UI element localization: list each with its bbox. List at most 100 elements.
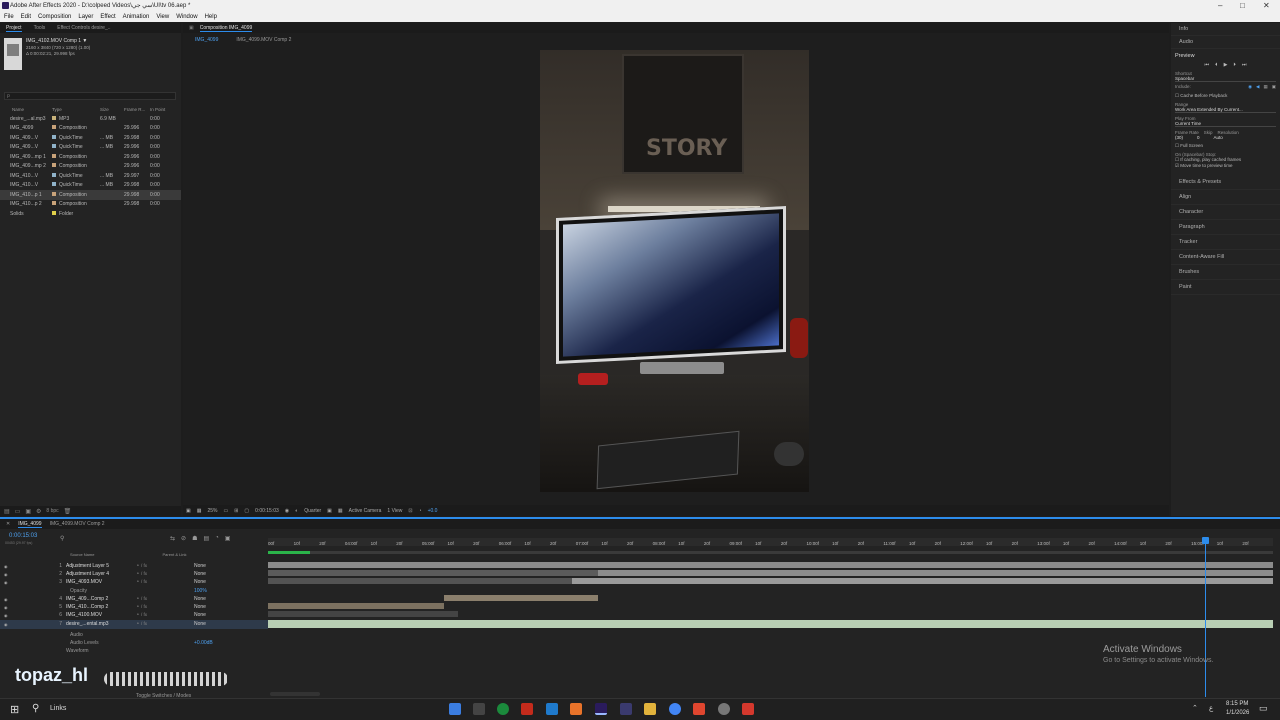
camera-select[interactable]: Active Camera <box>349 508 382 514</box>
menu-view[interactable]: View <box>156 14 169 20</box>
label-color-swatch[interactable] <box>52 153 56 158</box>
minimize-button[interactable]: – <box>1218 1 1222 10</box>
label-color-swatch[interactable] <box>52 125 56 130</box>
windows-start-icon[interactable]: ⊞ <box>10 703 19 716</box>
range-select[interactable]: Work Area Extended By Current... <box>1175 107 1276 113</box>
parent-link-select[interactable]: None <box>194 596 254 602</box>
work-area-bar[interactable] <box>268 551 1273 554</box>
next-frame-icon[interactable]: ⏵ <box>1233 62 1236 68</box>
grid-icon[interactable]: ▦ <box>197 508 202 514</box>
layer-controls-icon[interactable]: ▣ <box>1272 84 1276 90</box>
audio-layer-bar[interactable] <box>268 620 1273 628</box>
menu-window[interactable]: Window <box>176 14 197 20</box>
layer-name[interactable]: desire_...ental.mp3 <box>66 621 136 627</box>
layer-name[interactable]: Audio <box>66 632 136 638</box>
col-parent-link[interactable]: Parent & Link <box>162 552 186 557</box>
timeline-search-icon[interactable]: ⚲ <box>60 535 64 542</box>
maximize-button[interactable]: □ <box>1240 1 1245 10</box>
layer-name[interactable]: IMG_4093.MOV <box>66 579 136 585</box>
tab-project[interactable]: Project <box>6 25 22 32</box>
layer-switches[interactable]: ⚬ / fx <box>136 571 194 577</box>
layer-switches[interactable]: ⚬ / fx <box>136 579 194 585</box>
play-from-select[interactable]: Current Time <box>1175 121 1276 127</box>
layer-name[interactable]: IMG_4100.MOV <box>66 612 136 618</box>
tab-timeline-img4099[interactable]: IMG_4099 <box>18 521 42 528</box>
close-icon[interactable]: ✕ <box>6 521 10 527</box>
transparency-icon[interactable]: ▦ <box>338 508 343 514</box>
folder-app-icon[interactable] <box>449 703 461 715</box>
visibility-eye-icon[interactable]: ◉ <box>0 572 10 577</box>
label-color-swatch[interactable] <box>52 182 56 187</box>
project-item[interactable]: IMG_410...V QuickTime ... MB 29.997 0:00 <box>0 171 181 181</box>
parent-link-select[interactable]: None <box>194 612 254 618</box>
new-folder-icon[interactable]: ▭ <box>15 508 21 515</box>
draft3d-icon[interactable]: ⊘ <box>181 535 186 542</box>
skip-input[interactable]: 0 <box>1197 135 1200 140</box>
roi-icon[interactable]: ▣ <box>327 508 332 514</box>
trash-icon[interactable]: 🗑 <box>64 508 72 515</box>
chrome-icon[interactable] <box>669 703 681 715</box>
col-in-point[interactable]: In Point <box>150 107 178 112</box>
col-source-name[interactable]: Source Name <box>70 552 94 557</box>
panel-paragraph[interactable]: Paragraph <box>1171 220 1280 235</box>
app-icon-4[interactable] <box>521 703 533 715</box>
video-icon[interactable]: ◉ <box>1248 84 1252 90</box>
cache-checkbox[interactable]: ☐ Cache Before Playback <box>1175 90 1276 102</box>
current-time-display[interactable]: 0:00:15:03 <box>9 533 37 539</box>
speaker-icon[interactable]: ◀ <box>1256 84 1259 90</box>
label-color-swatch[interactable] <box>52 163 56 168</box>
menu-composition[interactable]: Composition <box>38 14 71 20</box>
menu-animation[interactable]: Animation <box>123 14 150 20</box>
visibility-eye-icon[interactable]: ◉ <box>0 613 10 618</box>
parent-link-select[interactable]: None <box>194 579 254 585</box>
panel-effects-presets[interactable]: Effects & Presets <box>1171 175 1280 190</box>
snapshot-icon[interactable]: ◉ <box>285 508 289 514</box>
prev-frame-icon[interactable]: ⏴ <box>1215 62 1218 68</box>
layer-name[interactable]: Audio Levels <box>66 640 136 646</box>
playhead[interactable] <box>1202 537 1209 697</box>
project-item[interactable]: IMG_410...p 1 Composition 29.998 0:00 <box>0 190 181 200</box>
comp-flowchart-icon[interactable]: ⇆ <box>170 535 175 542</box>
tray-chevron-icon[interactable]: ⌃ <box>1192 704 1198 712</box>
tab-effect-controls[interactable]: Effect Controls desire_.. <box>57 25 110 31</box>
frame-rate-select[interactable]: (30) <box>1175 135 1183 140</box>
resolution-select[interactable]: Quarter <box>304 508 321 514</box>
layer-bar-5[interactable] <box>268 603 444 609</box>
project-item[interactable]: IMG_409...mp 2 Composition 29.996 0:00 <box>0 162 181 172</box>
timeline-layer-row[interactable]: Waveform <box>0 647 268 656</box>
app-icon-2[interactable] <box>473 703 485 715</box>
app-icon-8[interactable] <box>620 703 632 715</box>
reset-exposure-icon[interactable]: ◔ <box>419 508 422 514</box>
layer-bar-1[interactable] <box>268 562 1273 568</box>
visibility-eye-icon[interactable]: ◉ <box>0 605 10 610</box>
clock-time[interactable]: 8:15 PM <box>1226 701 1248 707</box>
project-search-input[interactable]: ρ <box>4 92 176 100</box>
visibility-eye-icon[interactable]: ◉ <box>0 622 10 627</box>
menu-edit[interactable]: Edit <box>21 14 31 20</box>
audio-panel[interactable]: Audio <box>1171 36 1280 49</box>
breadcrumb-comp2[interactable]: IMG_4099.MOV Comp 2 <box>236 37 291 43</box>
search-icon[interactable]: ⚲ <box>32 703 39 714</box>
composition-tab[interactable]: Composition IMG_4099 <box>199 25 253 32</box>
layer-bar-2[interactable] <box>268 570 1273 576</box>
interpret-footage-icon[interactable]: ▤ <box>4 508 10 515</box>
parent-link-select[interactable]: 100% <box>194 588 254 594</box>
menu-layer[interactable]: Layer <box>78 14 93 20</box>
label-color-swatch[interactable] <box>52 144 56 149</box>
mask-icon[interactable]: ▢ <box>244 508 249 514</box>
panel-paint[interactable]: Paint <box>1171 280 1280 295</box>
label-color-swatch[interactable] <box>52 134 56 139</box>
app-icon-13[interactable] <box>742 703 754 715</box>
shortcut-select[interactable]: Spacebar <box>1175 76 1276 82</box>
panel-tracker[interactable]: Tracker <box>1171 235 1280 250</box>
layer-bar-3[interactable] <box>268 578 1273 584</box>
full-screen-checkbox[interactable]: ☐ Full Screen <box>1175 143 1276 152</box>
label-color-swatch[interactable] <box>52 172 56 177</box>
panel-align[interactable]: Align <box>1171 190 1280 205</box>
menu-file[interactable]: File <box>4 14 14 20</box>
bpc-label[interactable]: 8 bpc <box>46 508 58 514</box>
file-explorer-icon[interactable] <box>644 703 656 715</box>
col-name[interactable]: Name <box>0 107 52 112</box>
project-item[interactable]: IMG_409...V QuickTime ... MB 29.998 0:00 <box>0 133 181 143</box>
settings-icon[interactable]: ⚙ <box>36 508 41 515</box>
